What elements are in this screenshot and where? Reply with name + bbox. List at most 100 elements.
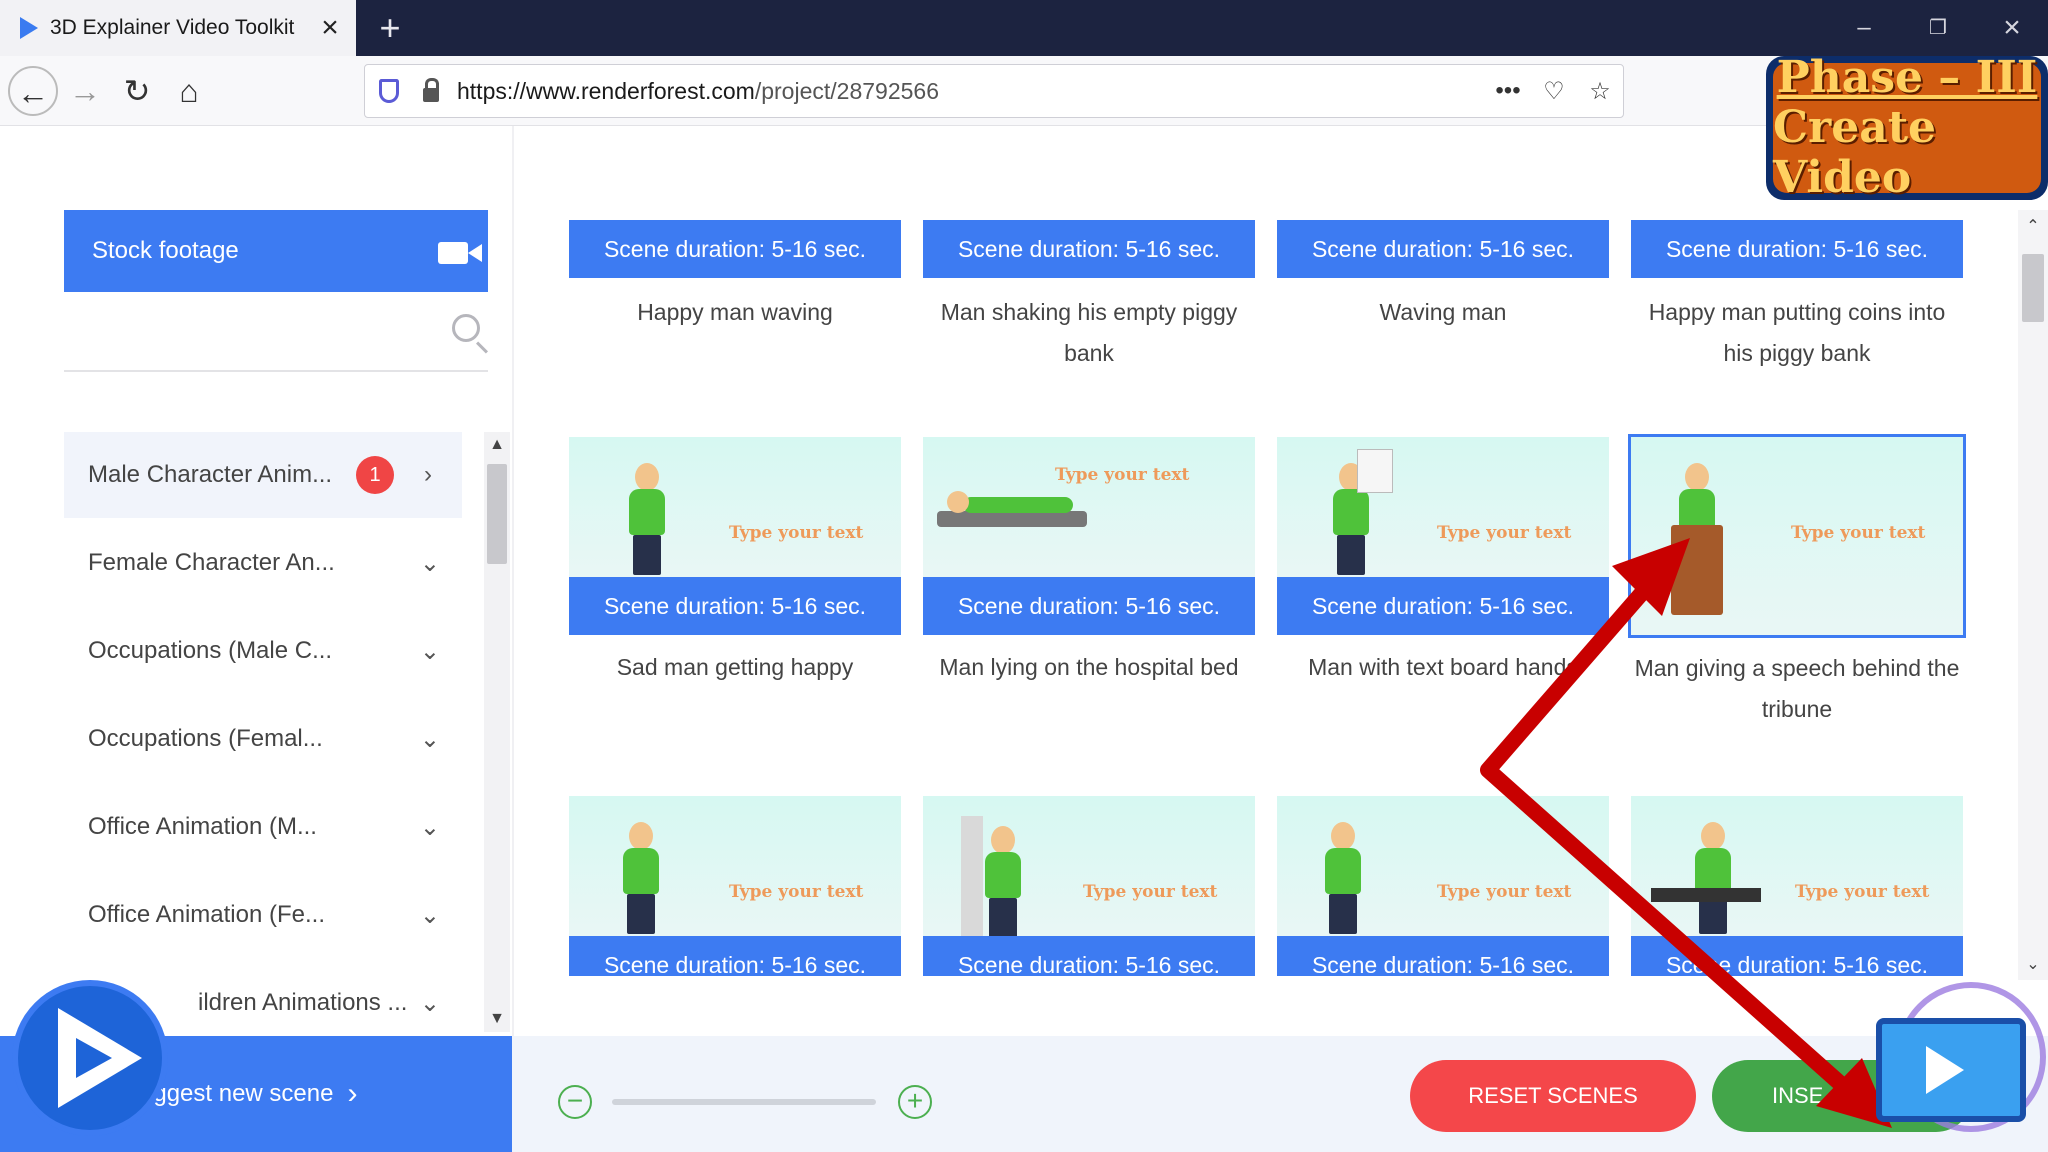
category-occupations-male[interactable]: Occupations (Male C... ⌄ xyxy=(64,608,462,694)
chevron-down-icon[interactable]: ⌄ xyxy=(420,989,440,1018)
reload-icon[interactable]: ↻ xyxy=(112,66,162,116)
scene-thumbnail: Type your text xyxy=(923,437,1255,577)
tribune-podium xyxy=(1671,525,1723,615)
scene-duration-bar: Scene duration: 5-16 sec. xyxy=(923,936,1255,976)
category-label: Occupations (Male C... xyxy=(88,637,333,664)
url-text: https://www.renderforest.com/project/287… xyxy=(457,77,939,104)
scene-thumbnail: Type your text xyxy=(1277,437,1609,577)
character-figure xyxy=(981,826,1025,936)
scene-caption: Man shaking his empty piggy bank xyxy=(940,299,1238,366)
category-male-character[interactable]: Male Character Anim... 1 › xyxy=(64,432,462,518)
character-figure xyxy=(1321,822,1365,934)
chevron-down-icon[interactable]: ⌄ xyxy=(420,901,440,930)
scene-thumbnail: Type your text xyxy=(1628,434,1966,638)
character-figure xyxy=(619,822,663,934)
scene-search-field[interactable] xyxy=(64,292,488,372)
scene-thumbnail: Type your text xyxy=(1631,796,1963,936)
scene-duration-bar: Scene duration: 5-16 sec. xyxy=(569,220,901,278)
video-screen-icon xyxy=(1876,1018,2026,1122)
category-occupations-female[interactable]: Occupations (Femal... ⌄ xyxy=(64,696,462,782)
scene-duration-bar: Scene duration: 5-16 sec. xyxy=(923,577,1255,635)
phase-badge: Phase – III Create Video xyxy=(1766,52,2048,203)
close-tab-icon[interactable]: × xyxy=(310,11,350,45)
scene-duration-bar: Scene duration: 5-16 sec. xyxy=(569,577,901,635)
category-label: Office Animation (Fe... xyxy=(88,901,325,928)
category-female-character[interactable]: Female Character An... ⌄ xyxy=(64,520,462,606)
chevron-down-icon[interactable]: ⌄ xyxy=(420,549,440,578)
restore-icon[interactable]: ❐ xyxy=(1908,8,1968,48)
phase-badge-line2: Create Video xyxy=(1773,102,1937,203)
chevron-right-icon[interactable]: › xyxy=(424,461,432,489)
zoom-slider[interactable] xyxy=(612,1099,876,1105)
address-bar[interactable]: https://www.renderforest.com/project/287… xyxy=(364,64,1624,118)
category-label: Female Character An... xyxy=(88,549,335,576)
chevron-down-icon[interactable]: ⌄ xyxy=(420,813,440,842)
chevron-right-icon: › xyxy=(347,1077,358,1110)
renderforest-favicon-icon xyxy=(20,17,38,39)
browser-tab-bar: 3D Explainer Video Toolkit × + – ❐ × xyxy=(0,0,2048,56)
video-camera-icon xyxy=(438,242,482,264)
suggest-scene-label: uggest new scene xyxy=(140,1080,334,1107)
video-player-widget xyxy=(1872,982,2048,1152)
tab-title: 3D Explainer Video Toolkit xyxy=(50,16,295,39)
zoom-out-icon[interactable]: − xyxy=(558,1085,592,1119)
play-icon xyxy=(1926,1046,1964,1094)
new-tab-icon[interactable]: + xyxy=(370,6,410,50)
category-label: ildren Animations ... xyxy=(198,989,408,1016)
sidebar-divider xyxy=(512,126,514,1036)
category-scrollbar[interactable]: ▲ ▼ xyxy=(484,432,510,1032)
scroll-down-icon[interactable]: ⌄ xyxy=(2018,954,2048,974)
browser-tab[interactable]: 3D Explainer Video Toolkit × xyxy=(0,0,356,56)
chevron-down-icon[interactable]: ⌄ xyxy=(420,637,440,666)
scene-duration-bar: Scene duration: 5-16 sec. xyxy=(1277,577,1609,635)
category-label: Office Animation (M... xyxy=(88,813,317,840)
category-office-male[interactable]: Office Animation (M... ⌄ xyxy=(64,784,462,870)
scroll-down-icon[interactable]: ▼ xyxy=(484,1010,510,1028)
scene-thumbnail: Type your text xyxy=(1277,796,1609,936)
scroll-up-icon[interactable]: ▲ xyxy=(484,436,510,454)
home-icon[interactable]: ⌂ xyxy=(164,66,214,116)
phase-badge-line1: Phase – III xyxy=(1776,52,2038,103)
close-window-icon[interactable]: × xyxy=(1982,8,2042,48)
scene-duration-bar: Scene duration: 5-16 sec. xyxy=(1631,936,1963,976)
category-label: Occupations (Femal... xyxy=(88,725,323,752)
scene-caption: Waving man xyxy=(1379,299,1507,325)
scrollbar-thumb[interactable] xyxy=(487,464,507,564)
chevron-down-icon[interactable]: ⌄ xyxy=(420,725,440,754)
tracking-shield-icon[interactable] xyxy=(379,79,399,103)
forward-icon[interactable]: → xyxy=(60,66,110,116)
minimize-icon[interactable]: – xyxy=(1834,8,1894,48)
scene-thumbnail: Type your text xyxy=(569,437,901,577)
search-icon[interactable] xyxy=(452,314,480,342)
reset-scenes-button[interactable]: RESET SCENES xyxy=(1410,1060,1696,1132)
stock-footage-label: Stock footage xyxy=(92,237,239,264)
scroll-up-icon[interactable]: ⌃ xyxy=(2018,216,2048,236)
text-board xyxy=(1357,449,1393,493)
browser-nav-bar: ← → ↻ ⌂ https://www.renderforest.com/pro… xyxy=(0,56,2048,126)
stock-footage-button[interactable]: Stock footage xyxy=(64,210,488,292)
back-icon[interactable]: ← xyxy=(8,66,58,116)
character-figure xyxy=(1691,822,1735,934)
scene-duration-bar: Scene duration: 5-16 sec. xyxy=(1277,936,1609,976)
scene-duration-bar: Scene duration: 5-16 sec. xyxy=(1631,220,1963,278)
scene-duration-bar: Scene duration: 5-16 sec. xyxy=(1277,220,1609,278)
scene-caption: Sad man getting happy xyxy=(616,654,854,680)
lock-icon[interactable] xyxy=(423,78,439,102)
category-office-female[interactable]: Office Animation (Fe... ⌄ xyxy=(64,872,462,958)
brick-wall xyxy=(961,816,983,936)
scene-caption: Man lying on the hospital bed xyxy=(939,654,1239,680)
scene-duration-bar: Scene duration: 5-16 sec. xyxy=(923,220,1255,278)
bookmark-star-icon[interactable]: ☆ xyxy=(1577,77,1623,106)
pocket-icon[interactable]: ♡ xyxy=(1531,77,1577,106)
scene-caption: Happy man putting coins into his piggy b… xyxy=(1648,299,1946,366)
scenes-scrollbar[interactable]: ⌃ ⌄ xyxy=(2018,210,2048,980)
character-figure xyxy=(625,463,669,575)
desk xyxy=(1651,888,1761,902)
scene-thumbnail: Type your text xyxy=(569,796,901,936)
scene-caption: Happy man waving xyxy=(637,299,833,325)
scrollbar-thumb[interactable] xyxy=(2022,254,2044,322)
more-actions-icon[interactable]: ••• xyxy=(1485,77,1531,105)
scene-thumbnail: Type your text xyxy=(923,796,1255,936)
zoom-in-icon[interactable]: + xyxy=(898,1085,932,1119)
scene-caption: Man with text board hands xyxy=(1308,654,1578,680)
